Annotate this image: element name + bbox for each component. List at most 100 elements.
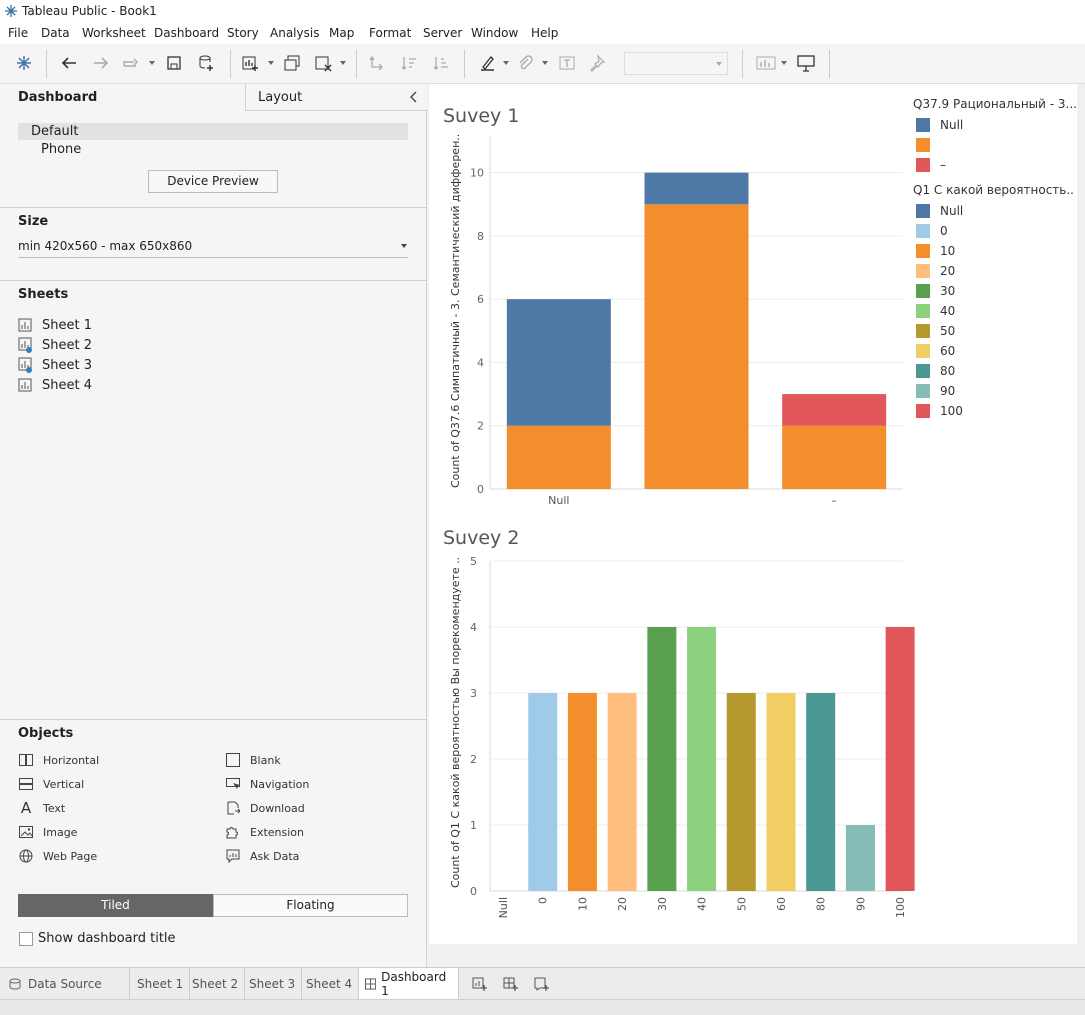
chart2-bar[interactable] (726, 693, 756, 891)
chart2-x-tick-label: 50 (735, 897, 748, 911)
legend-item[interactable]: – (916, 157, 946, 173)
chart2-bar[interactable] (806, 693, 836, 891)
chart2-bar[interactable] (687, 627, 717, 891)
tab-sheet-4[interactable]: Sheet 4 (300, 968, 360, 999)
legend-label: 80 (940, 364, 956, 378)
legend-label: 60 (940, 344, 956, 358)
chart2-x-tick-label: Null (497, 897, 510, 918)
legend-item[interactable]: 10 (916, 243, 955, 259)
legend-item[interactable]: 80 (916, 363, 955, 379)
database-icon (9, 978, 21, 990)
chart2-bar[interactable] (766, 693, 796, 891)
legend-item[interactable]: 30 (916, 283, 955, 299)
tab-data-source[interactable]: Data Source (3, 968, 130, 999)
chart2-x-tick-label: 90 (854, 897, 867, 911)
sheet-tab-bar: Data Source Sheet 1 Sheet 2 Sheet 3 Shee… (0, 967, 1085, 999)
chart2-y-tick-label: 1 (470, 819, 477, 832)
legend-item[interactable]: 0 (916, 223, 948, 239)
chart1-y-axis-label: Count of Q37.6 Симпатичный - 3. Семантич… (449, 134, 462, 488)
chart2-x-tick-label: 30 (656, 897, 669, 911)
legend-swatch (916, 364, 930, 378)
legend-label: 40 (940, 304, 956, 318)
legend-label: 30 (940, 284, 956, 298)
chart1-x-tick-label: – (831, 494, 837, 507)
legend-label: 0 (940, 224, 948, 238)
chart2-y-tick-label: 0 (470, 885, 477, 898)
legend-label: Null (940, 204, 964, 218)
legend-label: 100 (940, 404, 963, 418)
chart1-bar-segment[interactable] (506, 425, 611, 489)
legend-label: 20 (940, 264, 956, 278)
chart1-bar-segment[interactable] (644, 204, 749, 490)
chart2-x-tick-label: 80 (815, 897, 828, 911)
legend-label: 10 (940, 244, 956, 258)
legend-item[interactable]: 20 (916, 263, 955, 279)
chart1-bar-segment[interactable] (506, 299, 611, 426)
tab-sheet-3[interactable]: Sheet 3 (243, 968, 303, 999)
chart1-bar-segment[interactable] (782, 425, 887, 489)
chart2-bar[interactable] (528, 693, 558, 891)
legend-label: Null (940, 118, 964, 132)
legend-swatch (916, 344, 930, 358)
legend-item[interactable]: 60 (916, 343, 955, 359)
tab-label: Data Source (28, 976, 102, 991)
chart1-y-tick-label: 6 (477, 293, 484, 306)
legend-label: 90 (940, 384, 956, 398)
tab-label: Sheet 2 (192, 976, 239, 991)
chart2-title: Suvey 2 (443, 527, 519, 549)
chart1-bar-segment[interactable] (644, 172, 749, 205)
legend-item[interactable]: 100 (916, 403, 963, 419)
legend-item[interactable]: 40 (916, 303, 955, 319)
new-dashboard-tab-icon[interactable] (497, 968, 525, 999)
tab-label: Dashboard 1 (381, 969, 447, 998)
tab-sheet-2[interactable]: Sheet 2 (186, 968, 246, 999)
chart2-x-tick-label: 10 (576, 897, 589, 911)
chart1-bar-segment[interactable] (782, 394, 887, 426)
chart2-y-axis-label: Count of Q1 С какой вероятностью Вы поре… (449, 557, 462, 888)
legend-swatch (916, 324, 930, 338)
chart1-title: Suvey 1 (443, 105, 519, 127)
chart2-bar[interactable] (607, 693, 637, 891)
chart2-bar[interactable] (647, 627, 677, 891)
chart1-y-tick-label: 2 (477, 420, 484, 433)
legend-swatch (916, 118, 930, 132)
chart2-bar[interactable] (845, 825, 875, 891)
chart2-y-tick-label: 2 (470, 753, 477, 766)
chart2-y-tick-label: 4 (470, 621, 477, 634)
tab-dashboard-1[interactable]: Dashboard 1 (358, 968, 459, 999)
chart1-x-tick-label: Null (548, 494, 569, 507)
chart2-x-tick-label: 100 (894, 897, 907, 918)
chart1-y-tick-label: 4 (477, 356, 484, 369)
legend-swatch (916, 264, 930, 278)
chart1-y-tick-label: 8 (477, 230, 484, 243)
legend-item[interactable] (916, 137, 940, 153)
legend-item[interactable]: Null (916, 203, 963, 219)
new-story-tab-icon[interactable] (528, 968, 556, 999)
tab-label: Sheet 4 (306, 976, 353, 991)
legend-item[interactable]: Null (916, 117, 963, 133)
legend-swatch (916, 244, 930, 258)
legend1-title: Q37.9 Рациональный - 3... (913, 97, 1077, 111)
chart2-y-tick-label: 5 (470, 555, 477, 568)
legend-swatch (916, 404, 930, 418)
chart1-plot[interactable]: 0 2 4 6 8 10 Null – (470, 136, 903, 507)
chart1-y-tick-label: 0 (477, 483, 484, 496)
chart2-bar[interactable] (885, 627, 915, 891)
legend-item[interactable]: 90 (916, 383, 955, 399)
legend-swatch (916, 384, 930, 398)
chart2-plot[interactable]: 0 1 2 3 4 5 Null 0 10 20 30 40 50 60 80 90 100 (470, 555, 915, 918)
legend-swatch (916, 284, 930, 298)
legend-swatch (916, 138, 930, 152)
chart1-y-tick-label: 10 (470, 167, 484, 180)
tab-sheet-1[interactable]: Sheet 1 (131, 968, 191, 999)
legend-swatch (916, 224, 930, 238)
legend-label: – (940, 158, 946, 172)
legend2-title: Q1 С какой вероятность.. (913, 183, 1074, 197)
legend-swatch (916, 158, 930, 172)
legend-item[interactable]: 50 (916, 323, 955, 339)
chart2-x-tick-label: 60 (775, 897, 788, 911)
chart2-x-tick-label: 0 (537, 897, 550, 904)
chart2-bar[interactable] (567, 693, 597, 891)
legend-swatch (916, 204, 930, 218)
new-worksheet-tab-icon[interactable] (466, 968, 494, 999)
